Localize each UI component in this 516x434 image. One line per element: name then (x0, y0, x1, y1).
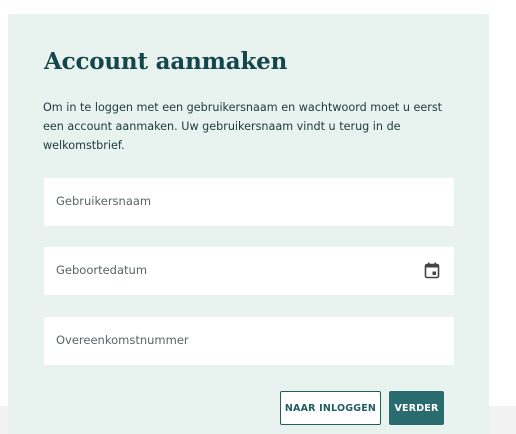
birthdate-field[interactable]: Geboortedatum (44, 247, 454, 295)
agreement-number-field[interactable]: Overeenkomstnummer (44, 317, 454, 365)
account-create-card: Account aanmaken Om in te loggen met een… (8, 14, 489, 434)
username-field[interactable]: Gebruikersnaam (44, 178, 454, 226)
username-placeholder: Gebruikersnaam (56, 194, 152, 208)
agreement-number-placeholder: Overeenkomstnummer (56, 333, 189, 347)
intro-text: Om in te loggen met een gebruikersnaam e… (43, 101, 443, 152)
page-title: Account aanmaken (44, 48, 288, 75)
calendar-icon[interactable] (424, 262, 440, 279)
go-to-login-button[interactable]: NAAR INLOGGEN (280, 391, 381, 425)
birthdate-placeholder: Geboortedatum (56, 263, 148, 277)
next-button[interactable]: VERDER (389, 391, 444, 425)
